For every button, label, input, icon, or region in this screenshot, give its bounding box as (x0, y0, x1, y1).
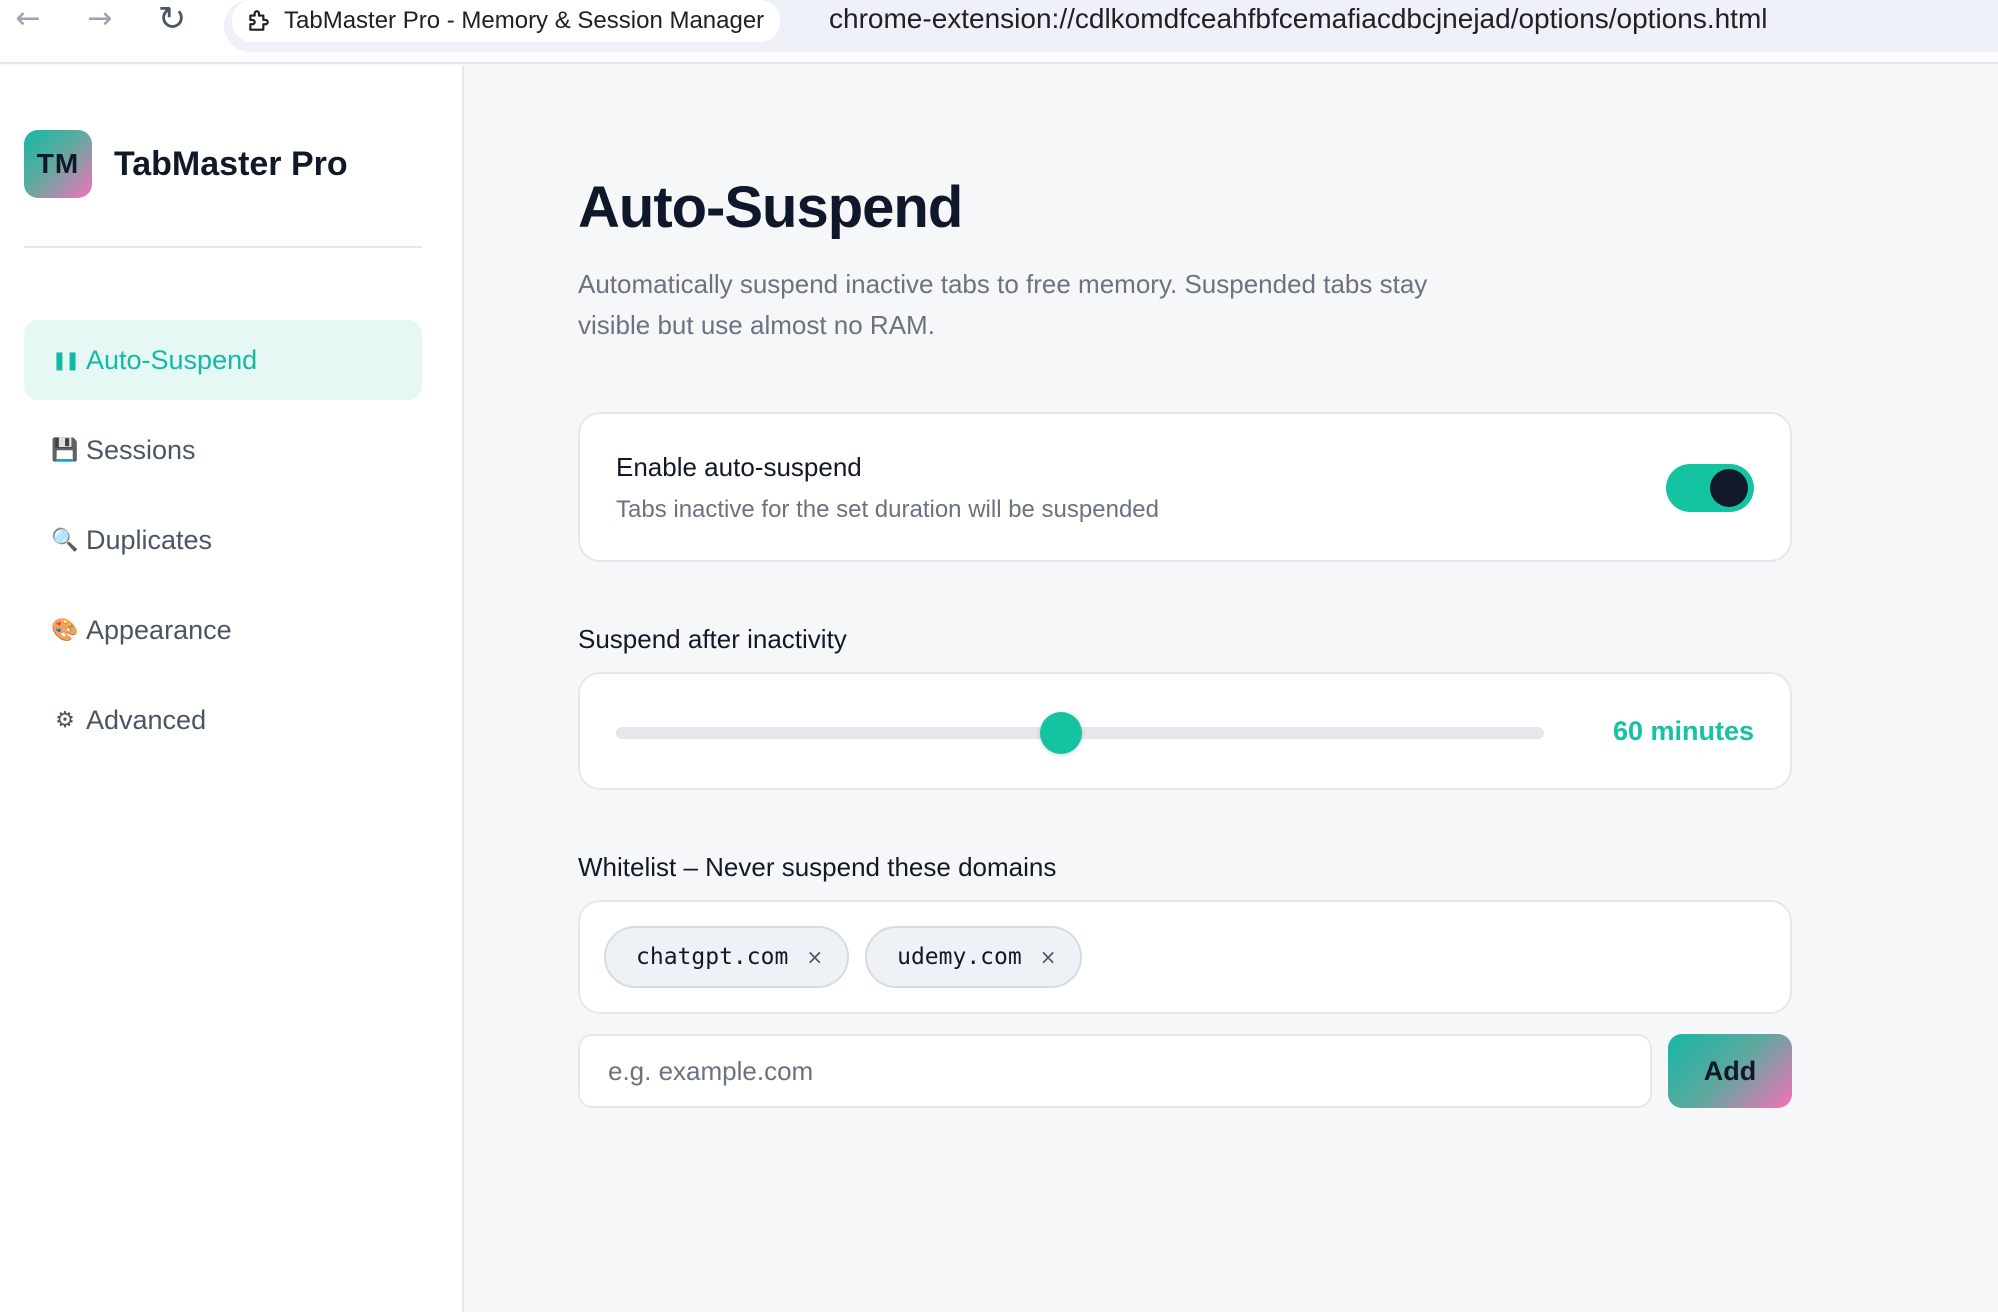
sidebar-item-label: Appearance (86, 614, 232, 645)
domain-chip-label: udemy.com (897, 944, 1022, 970)
url-text[interactable]: chrome-extension://cdlkomdfceahfbfcemafi… (829, 0, 1768, 38)
domain-chip-label: chatgpt.com (636, 944, 789, 970)
slider-label: Suspend after inactivity (578, 624, 847, 654)
page-chip[interactable]: TabMaster Pro - Memory & Session Manager (232, 0, 781, 42)
sidebar-item-label: Duplicates (86, 524, 213, 555)
whitelist-card: chatgpt.com × udemy.com × (578, 900, 1792, 1014)
slider-track[interactable] (616, 712, 1544, 754)
sidebar: TM TabMaster Pro ❚❚ Auto-Suspend 💾 Sessi… (0, 66, 464, 1312)
sidebar-item-label: Sessions (86, 434, 196, 465)
pause-icon: ❚❚ (51, 349, 80, 371)
sidebar-item-label: Auto-Suspend (86, 344, 258, 375)
sidebar-divider (24, 246, 422, 248)
toggle-subtitle: Tabs inactive for the set duration will … (616, 496, 1159, 523)
domain-input[interactable] (578, 1034, 1652, 1108)
add-domain-button[interactable]: Add (1668, 1034, 1792, 1108)
page-description: Automatically suspend inactive tabs to f… (578, 269, 1428, 340)
toggle-knob (1710, 469, 1748, 507)
close-icon[interactable]: × (1040, 945, 1057, 969)
arrow-right-icon: → (87, 1, 113, 36)
whitelist-chips: chatgpt.com × udemy.com × (604, 926, 1083, 988)
sidebar-item-duplicates[interactable]: 🔍 Duplicates (24, 500, 422, 580)
slider-value: 60 minutes (1612, 716, 1754, 746)
domain-chip: chatgpt.com × (604, 926, 850, 988)
sidebar-item-sessions[interactable]: 💾 Sessions (24, 410, 422, 490)
whitelist-label: Whitelist – Never suspend these domains (578, 852, 1057, 882)
gear-icon: ⚙ (55, 707, 75, 733)
back-button[interactable]: ← (6, 0, 50, 38)
magnifier-icon: 🔍 (51, 527, 79, 553)
slider-fill (616, 727, 1062, 739)
palette-icon: 🎨 (51, 617, 79, 643)
domain-chip: udemy.com × (865, 926, 1083, 988)
sidebar-item-advanced[interactable]: ⚙ Advanced (24, 680, 422, 760)
floppy-disk-icon: 💾 (51, 437, 79, 463)
close-icon[interactable]: × (806, 945, 823, 969)
reload-icon: ↻ (157, 0, 187, 39)
sidebar-item-appearance[interactable]: 🎨 Appearance (24, 590, 422, 670)
app-logo: TM (24, 130, 92, 198)
forward-button[interactable]: → (78, 0, 122, 38)
sidebar-item-label: Advanced (86, 704, 207, 735)
extension-puzzle-icon (249, 10, 269, 31)
sidebar-menu: ❚❚ Auto-Suspend 💾 Sessions 🔍 Duplicates … (24, 320, 422, 770)
brand: TM TabMaster Pro (24, 130, 348, 198)
page-title: Auto-Suspend (578, 175, 963, 240)
slider-thumb[interactable] (1040, 712, 1083, 754)
auto-suspend-toggle[interactable] (1666, 464, 1754, 512)
browser-toolbar: ← → ↻ TabMaster Pro - Memory & Session M… (0, 0, 1998, 64)
toggle-title: Enable auto-suspend (616, 452, 862, 482)
page-chip-title: TabMaster Pro - Memory & Session Manager (284, 7, 765, 34)
brand-name: TabMaster Pro (114, 144, 348, 183)
auto-suspend-toggle-card: Enable auto-suspend Tabs inactive for th… (578, 412, 1792, 562)
address-bar[interactable]: TabMaster Pro - Memory & Session Manager… (224, 0, 1998, 52)
reload-button[interactable]: ↻ (150, 0, 194, 38)
inactivity-slider-card: 60 minutes (578, 672, 1792, 790)
arrow-left-icon: ← (15, 1, 41, 36)
sidebar-item-auto-suspend[interactable]: ❚❚ Auto-Suspend (24, 320, 422, 400)
